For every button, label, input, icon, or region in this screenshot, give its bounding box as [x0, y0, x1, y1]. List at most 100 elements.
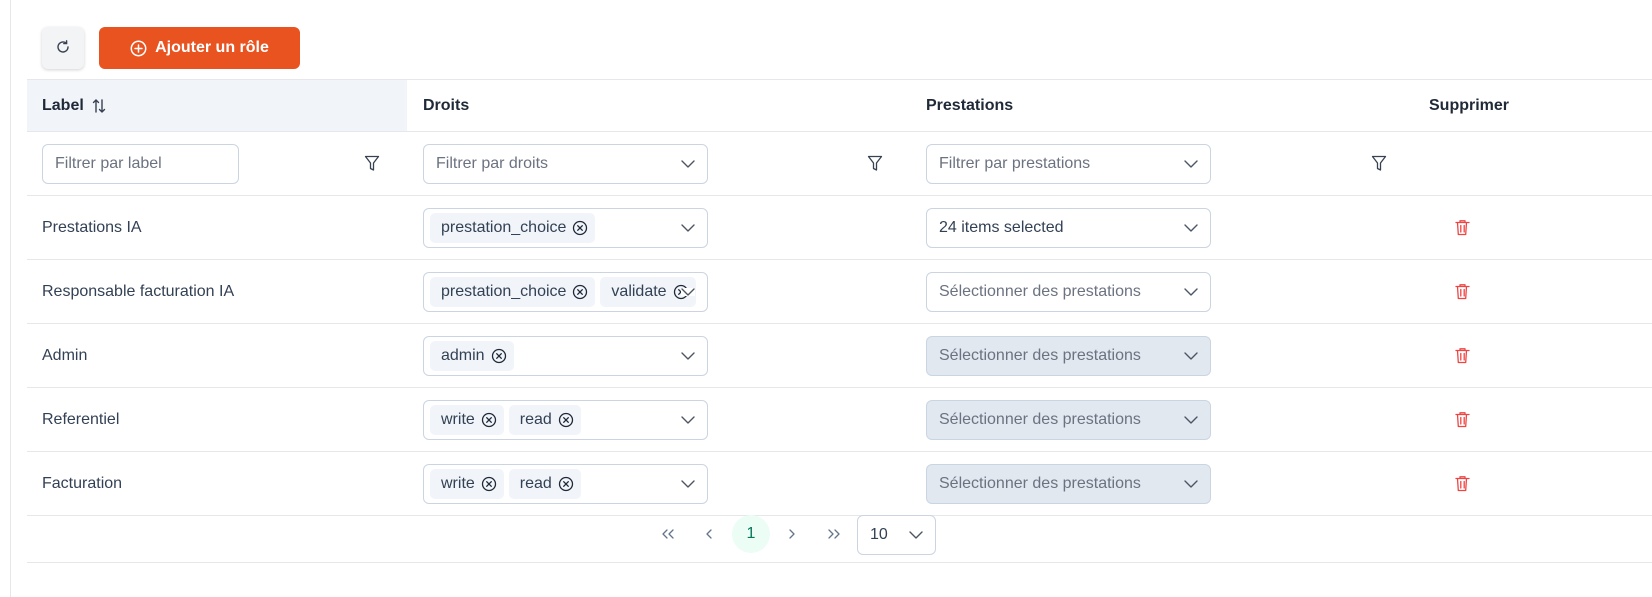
label-cell: Responsable facturation IA [27, 260, 407, 323]
prestations-cell: Sélectionner des prestations [910, 388, 1413, 451]
remove-chip-icon[interactable] [558, 412, 574, 428]
label-cell: Referentiel [27, 388, 407, 451]
droit-chip-label: write [441, 474, 475, 492]
page-1-button[interactable]: 1 [732, 515, 770, 553]
chevron-down-icon [681, 415, 695, 424]
filter-icon[interactable] [364, 155, 380, 172]
refresh-icon [55, 39, 71, 58]
column-label-text: Label [42, 96, 84, 114]
table-row: Prestations IA prestation_choice 24 items … [27, 196, 1652, 260]
remove-chip-icon[interactable] [481, 412, 497, 428]
prestations-select: Sélectionner des prestations [926, 463, 1211, 504]
pagination: 1 10 [27, 507, 1652, 563]
remove-chip-icon[interactable] [572, 220, 588, 236]
prestations-select[interactable]: 24 items selected [926, 207, 1211, 248]
trash-icon[interactable] [1455, 475, 1470, 492]
sort-icon[interactable] [92, 98, 106, 114]
toolbar: Ajouter un rôle [42, 27, 300, 69]
trash-icon[interactable] [1455, 411, 1470, 428]
label-filter-placeholder: Filtrer par label [55, 154, 162, 172]
trash-icon[interactable] [1455, 283, 1470, 300]
chevron-down-icon [681, 351, 695, 360]
last-page-button[interactable] [815, 515, 853, 553]
remove-chip-icon[interactable] [491, 348, 507, 364]
refresh-button[interactable] [42, 27, 84, 69]
chevron-down-icon [1184, 287, 1198, 296]
column-header-droits: Droits [407, 80, 910, 131]
droits-select[interactable]: prestation_choice [423, 207, 708, 248]
column-header-label[interactable]: Label [27, 80, 407, 131]
prestations-select: Sélectionner des prestations [926, 399, 1211, 440]
prestations-value: Sélectionner des prestations [939, 410, 1141, 428]
droit-chip-label: admin [441, 346, 485, 364]
page-left-border [10, 0, 11, 597]
label-filter-input[interactable]: Filtrer par label [42, 143, 239, 184]
droits-select[interactable]: prestation_choice validate [423, 271, 708, 312]
droits-filter-select[interactable]: Filtrer par droits [423, 143, 708, 184]
prestations-cell: Sélectionner des prestations [910, 452, 1413, 515]
column-supprimer-text: Supprimer [1429, 96, 1510, 114]
droits-cell: write read [407, 388, 910, 451]
remove-chip-icon[interactable] [558, 476, 574, 492]
filter-icon[interactable] [1371, 155, 1387, 172]
prestations-filter-placeholder: Filtrer par prestations [939, 154, 1091, 172]
label-cell: Prestations IA [27, 196, 407, 259]
delete-cell [1413, 260, 1652, 323]
next-page-button[interactable] [773, 515, 811, 553]
plus-circle-icon [130, 40, 147, 57]
chevron-down-icon [1184, 159, 1198, 168]
prestations-select: Sélectionner des prestations [926, 335, 1211, 376]
role-label: Admin [42, 346, 88, 364]
remove-chip-icon[interactable] [572, 284, 588, 300]
add-role-label: Ajouter un rôle [155, 39, 269, 56]
prestations-filter-select[interactable]: Filtrer par prestations [926, 143, 1211, 184]
droits-select[interactable]: write read [423, 463, 708, 504]
chevrons-left-icon [661, 529, 675, 539]
droit-chip-label: validate [611, 282, 667, 300]
droit-chip-label: prestation_choice [441, 218, 567, 236]
chevron-down-icon [1184, 415, 1198, 424]
role-label: Prestations IA [42, 218, 142, 236]
chevron-down-icon [681, 287, 695, 296]
chevron-down-icon [1184, 223, 1198, 232]
chevron-down-icon [1184, 479, 1198, 488]
add-role-button[interactable]: Ajouter un rôle [99, 27, 300, 69]
trash-icon[interactable] [1455, 347, 1470, 364]
chevron-down-icon [1184, 351, 1198, 360]
role-label: Responsable facturation IA [42, 282, 235, 300]
prestations-value: 24 items selected [939, 218, 1064, 236]
droit-chip: read [508, 468, 581, 499]
droit-chip: read [508, 404, 581, 435]
delete-cell [1413, 196, 1652, 259]
rows-per-page-select[interactable]: 10 [857, 515, 936, 555]
droits-select[interactable]: write read [423, 399, 708, 440]
first-page-button[interactable] [649, 515, 687, 553]
droit-chip-label: read [519, 410, 552, 428]
filter-row: Filtrer par label Filtrer par droits Fil… [27, 132, 1652, 196]
roles-table: Label Droits Prestations Supprimer Filtr… [27, 79, 1652, 516]
role-label: Facturation [42, 474, 123, 492]
table-body: Prestations IA prestation_choice 24 items … [27, 196, 1652, 516]
rows-per-page-value: 10 [870, 526, 888, 543]
table-row: Responsable facturation IA prestation_cho… [27, 260, 1652, 324]
remove-chip-icon[interactable] [481, 476, 497, 492]
chevron-down-icon [909, 531, 923, 539]
droit-chip-label: write [441, 410, 475, 428]
trash-icon[interactable] [1455, 219, 1470, 236]
chevron-down-icon [681, 479, 695, 488]
delete-cell [1413, 324, 1652, 387]
prestations-select[interactable]: Sélectionner des prestations [926, 271, 1211, 312]
delete-cell [1413, 388, 1652, 451]
droits-filter-placeholder: Filtrer par droits [436, 154, 549, 172]
droits-cell: write read [407, 452, 910, 515]
chevron-down-icon [681, 159, 695, 168]
chevron-left-icon [705, 529, 713, 539]
chevrons-right-icon [827, 529, 841, 539]
prestations-cell: Sélectionner des prestations [910, 260, 1413, 323]
droit-chip-label: read [519, 474, 552, 492]
previous-page-button[interactable] [690, 515, 728, 553]
prestations-cell: 24 items selected [910, 196, 1413, 259]
droits-select[interactable]: admin [423, 335, 708, 376]
prestations-value: Sélectionner des prestations [939, 474, 1141, 492]
filter-icon[interactable] [867, 155, 883, 172]
